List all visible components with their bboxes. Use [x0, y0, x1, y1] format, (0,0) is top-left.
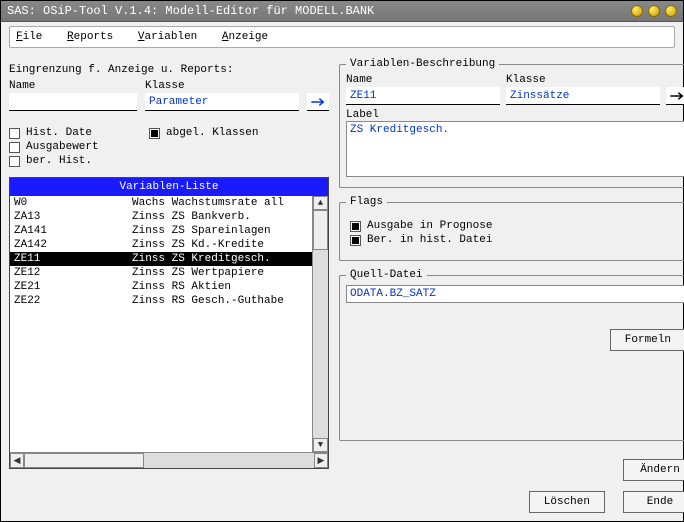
variablen-beschreibung-legend: Variablen-Beschreibung	[346, 58, 499, 70]
check-ausgabewert[interactable]	[9, 142, 20, 153]
window: SAS: OSiP-Tool V.1.4: Modell-Editor für …	[0, 0, 684, 522]
scroll-down-icon[interactable]: ▼	[313, 438, 328, 452]
action-buttons: Ändern	[337, 459, 684, 481]
besch-klasse-label: Klasse	[506, 74, 660, 87]
window-title: SAS: OSiP-Tool V.1.4: Modell-Editor für …	[7, 4, 374, 18]
list-item[interactable]: ZE11Zinss ZS Kreditgesch.	[10, 252, 312, 266]
client-area: File Reports Variablen Anzeige Eingrenzu…	[1, 22, 683, 521]
check-ber-hist-label: ber. Hist.	[26, 155, 92, 167]
variablen-liste-rows[interactable]: W0Wachs Wachstumsrate allZA13Zinss ZS Ba…	[10, 196, 312, 452]
list-item[interactable]: ZA13Zinss ZS Bankverb.	[10, 210, 312, 224]
filter-klasse-label: Klasse	[145, 80, 299, 93]
check-ausgabewert-label: Ausgabewert	[26, 141, 99, 153]
list-item[interactable]: ZE22Zinss RS Gesch.-Guthabe	[10, 294, 312, 308]
list-item-code: ZA142	[14, 239, 132, 251]
check-abgel-klassen[interactable]	[149, 128, 160, 139]
scroll-right-icon[interactable]: ▶	[314, 453, 328, 468]
filter-klasse-arrow[interactable]	[307, 93, 329, 111]
ende-button[interactable]: Ende	[623, 491, 684, 513]
menubar: File Reports Variablen Anzeige	[9, 26, 675, 48]
filter-name-input[interactable]	[9, 93, 137, 111]
flag-ber-hist-label: Ber. in hist. Datei	[367, 234, 492, 246]
variablen-liste: Variablen-Liste W0Wachs Wachstumsrate al…	[9, 177, 329, 469]
check-hist-date-label: Hist. Date	[26, 127, 92, 139]
flag-ausgabe-check[interactable]	[350, 221, 361, 232]
list-item-code: ZE22	[14, 295, 132, 307]
list-item-code: ZE21	[14, 281, 132, 293]
check-ber-hist[interactable]	[9, 156, 20, 167]
list-item[interactable]: ZA142Zinss ZS Kd.-Kredite	[10, 238, 312, 252]
titlebar[interactable]: SAS: OSiP-Tool V.1.4: Modell-Editor für …	[1, 1, 683, 22]
content: Eingrenzung f. Anzeige u. Reports: Name …	[9, 58, 675, 513]
filter-row: Name Klasse	[9, 80, 329, 111]
menu-anzeige[interactable]: Anzeige	[222, 31, 268, 43]
list-item[interactable]: ZE21Zinss RS Aktien	[10, 280, 312, 294]
quell-datei-value[interactable]: ODATA.BZ_SATZ	[346, 285, 684, 303]
maximize-icon[interactable]	[648, 5, 660, 17]
list-item-desc: Zinss ZS Bankverb.	[132, 211, 251, 223]
list-item-desc: Wachs Wachstumsrate all	[132, 197, 284, 209]
list-item-desc: Zinss ZS Wertpapiere	[132, 267, 264, 279]
scroll-thumb[interactable]	[313, 210, 328, 250]
list-item-desc: Zinss ZS Spareinlagen	[132, 225, 271, 237]
besch-label-label: Label	[346, 109, 684, 121]
flags-group: Flags Ausgabe in Prognose Ber. in hist. …	[339, 196, 684, 261]
besch-klasse-input[interactable]	[506, 87, 660, 105]
besch-label-textarea[interactable]	[346, 121, 684, 177]
list-item-code: ZA141	[14, 225, 132, 237]
list-item[interactable]: ZA141Zinss ZS Spareinlagen	[10, 224, 312, 238]
close-icon[interactable]	[665, 5, 677, 17]
vertical-scrollbar[interactable]: ▲ ▼	[312, 196, 328, 452]
flags-legend: Flags	[346, 196, 387, 208]
list-item-desc: Zinss RS Aktien	[132, 281, 231, 293]
minimize-icon[interactable]	[631, 5, 643, 17]
menu-file[interactable]: File	[16, 31, 42, 43]
besch-klasse-arrow[interactable]	[666, 87, 684, 105]
list-item[interactable]: W0Wachs Wachstumsrate all	[10, 196, 312, 210]
list-item-desc: Zinss ZS Kd.-Kredite	[132, 239, 264, 251]
right-panel: Variablen-Beschreibung Name Klasse	[337, 58, 684, 513]
menu-variablen[interactable]: Variablen	[138, 31, 197, 43]
list-item-code: ZE12	[14, 267, 132, 279]
filter-klasse-input[interactable]	[145, 93, 299, 111]
action-buttons-2: Löschen Ende	[337, 491, 684, 513]
list-item-code: ZE11	[14, 253, 132, 265]
scroll-left-icon[interactable]: ◀	[10, 453, 24, 468]
check-abgel-klassen-label: abgel. Klassen	[166, 127, 258, 139]
list-item-desc: Zinss RS Gesch.-Guthabe	[132, 295, 284, 307]
variablen-beschreibung-group: Variablen-Beschreibung Name Klasse	[339, 58, 684, 188]
list-item-code: ZA13	[14, 211, 132, 223]
formeln-button[interactable]: Formeln	[610, 329, 684, 351]
menu-reports[interactable]: Reports	[67, 31, 113, 43]
variablen-liste-header: Variablen-Liste	[10, 178, 328, 196]
check-hist-date[interactable]	[9, 128, 20, 139]
filters-heading: Eingrenzung f. Anzeige u. Reports:	[9, 64, 329, 76]
list-item-desc: Zinss ZS Kreditgesch.	[132, 253, 271, 265]
aendern-button[interactable]: Ändern	[623, 459, 684, 481]
flag-ausgabe-label: Ausgabe in Prognose	[367, 220, 492, 232]
besch-name-label: Name	[346, 74, 500, 87]
filter-name-label: Name	[9, 80, 137, 93]
horizontal-scrollbar[interactable]: ◀ ▶	[10, 452, 328, 468]
scroll-up-icon[interactable]: ▲	[313, 196, 328, 210]
list-item-code: W0	[14, 197, 132, 209]
flag-ber-hist-check[interactable]	[350, 235, 361, 246]
left-panel: Eingrenzung f. Anzeige u. Reports: Name …	[9, 58, 329, 513]
list-item[interactable]: ZE12Zinss ZS Wertpapiere	[10, 266, 312, 280]
hscroll-thumb[interactable]	[24, 453, 144, 468]
loeschen-button[interactable]: Löschen	[529, 491, 605, 513]
window-controls	[631, 5, 677, 17]
besch-name-input[interactable]	[346, 87, 500, 105]
quell-datei-legend: Quell-Datei	[346, 269, 427, 281]
quell-datei-group: Quell-Datei ODATA.BZ_SATZ Formeln	[339, 269, 684, 441]
